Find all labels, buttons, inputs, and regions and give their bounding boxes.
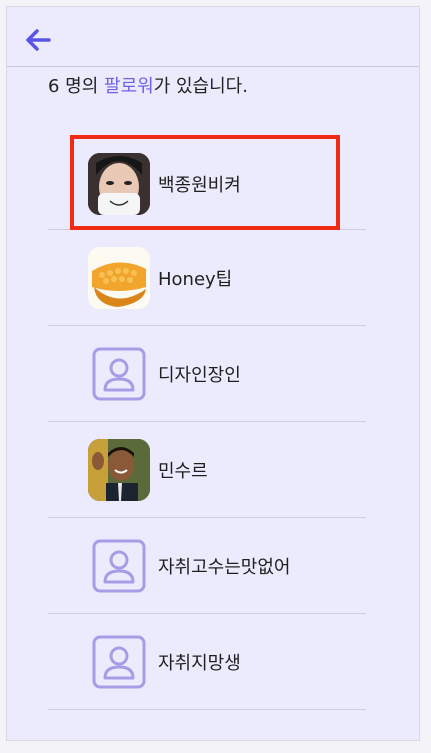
follower-item[interactable]: 백종원비켜 [48,138,366,230]
follower-name: 자취고수는맛없어 [158,556,291,578]
avatar [88,342,150,405]
follower-name: 민수르 [158,460,208,482]
default-user-icon [92,347,146,400]
avatar [88,438,150,501]
avatar [88,534,150,597]
follower-item[interactable]: 디자인장인 [48,326,366,422]
follower-item[interactable]: 자취지망생 [48,614,366,710]
summary-prefix: 6 명의 [48,76,105,97]
default-user-icon [92,539,146,592]
follower-name: 백종원비켜 [158,174,241,196]
follower-name: 디자인장인 [158,364,241,386]
follower-name: 자취지망생 [158,652,241,674]
honeycomb-photo-icon [88,246,150,309]
avatar [88,152,150,215]
avatar [88,246,150,309]
follower-count-summary: 6 명의 팔로워가 있습니다. [48,72,248,98]
top-bar [7,7,419,67]
back-button[interactable] [23,25,53,55]
man-waving-photo-icon [88,438,150,501]
arrow-left-icon [26,29,51,51]
follower-item[interactable]: 민수르 [48,422,366,518]
summary-accent: 팔로워 [104,76,154,97]
avatar [88,630,150,693]
follower-list: 백종원비켜 Honey팁 디자인장인 민수르 자취고수는맛없어 자취지망생 [48,138,366,710]
follower-item[interactable]: Honey팁 [48,230,366,326]
face-mask-photo-icon [88,152,150,215]
default-user-icon [92,635,146,688]
follower-name: Honey팁 [158,268,233,290]
follower-item[interactable]: 자취고수는맛없어 [48,518,366,614]
summary-suffix: 가 있습니다. [153,76,248,97]
